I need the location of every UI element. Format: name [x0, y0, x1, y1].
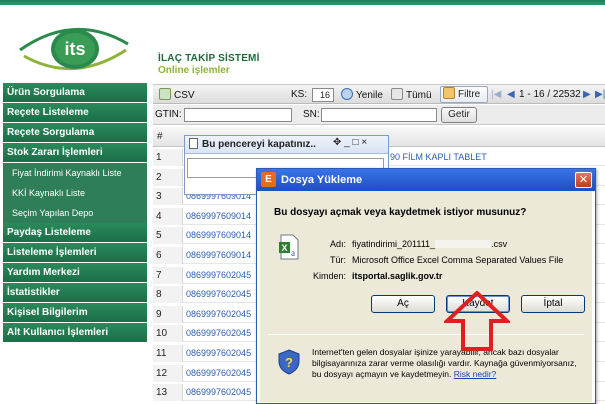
svg-text:X: X — [281, 243, 287, 253]
dialog-separator — [268, 334, 584, 335]
sidebar-item-kisisel-bilgilerim[interactable]: Kişisel Bilgilerim — [3, 303, 147, 323]
refresh-icon — [341, 88, 353, 100]
dialog-close-button[interactable]: ✕ — [575, 172, 592, 188]
file-source-label: Kimden: — [312, 271, 346, 281]
row-barcode[interactable]: 0869997602045 — [186, 267, 251, 284]
sidebar-item-stok-zarari[interactable]: Stok Zararı İşlemleri — [3, 143, 147, 163]
row-number: 4 — [153, 207, 183, 225]
row-product-name: 90 FİLM KAPLI TABLET — [390, 152, 487, 162]
gtin-label: GTIN: — [155, 109, 182, 120]
dialog-body: Bu dosyayı açmak veya kaydetmek istiyor … — [260, 191, 592, 402]
row-barcode[interactable]: 0869997609014 — [186, 247, 251, 264]
brand-subtitle: Online işlemler — [158, 65, 230, 76]
row-barcode[interactable]: 0869997602045 — [186, 286, 251, 303]
list-icon — [391, 88, 403, 100]
filter-label: Filtre — [458, 89, 481, 100]
its-logo: its — [19, 27, 129, 71]
risk-link[interactable]: Risk nedir? — [454, 369, 497, 379]
row-barcode[interactable]: 0869997609014 — [186, 227, 251, 244]
security-warning: Internet'ten gelen dosyalar işinize yara… — [312, 347, 580, 380]
file-download-dialog: E Dosya Yükleme ✕ Bu dosyayı açmak veya … — [256, 168, 596, 404]
file-name-label: Adı: — [329, 239, 346, 249]
file-name-value: fiyatindirimi_201111_ .csv — [352, 239, 508, 249]
popup-window-controls[interactable]: ✥ _ □ × — [333, 137, 367, 148]
grid-toolbar: CSV KS: 16 Yenile Tümü Filtre |◀ ◀ 1 - 1… — [153, 84, 605, 104]
popup-title-text: Bu pencereyi kapatınız.. — [202, 139, 316, 150]
ks-label: KS: — [291, 89, 308, 100]
security-shield-icon: ? — [278, 349, 300, 375]
sn-label: SN: — [303, 109, 320, 120]
refresh-button[interactable]: Yenile — [341, 88, 383, 102]
sn-input[interactable] — [321, 108, 437, 122]
row-number: 7 — [153, 266, 183, 284]
refresh-label: Yenile — [356, 90, 383, 101]
sidebar-item-recete-listeleme[interactable]: Reçete Listeleme — [3, 103, 147, 123]
redacted-segment — [435, 240, 492, 248]
sidebar-item-listeleme-islemleri[interactable]: Listeleme İşlemleri — [3, 243, 147, 263]
row-barcode[interactable]: 0869997602045 — [186, 365, 251, 382]
page-size-input[interactable]: 16 — [312, 88, 334, 102]
first-page-icon[interactable]: |◀ — [491, 88, 501, 102]
row-number: 10 — [153, 325, 183, 343]
brand-title: İLAÇ TAKİP SİSTEMİ — [158, 53, 260, 64]
csv-label: CSV — [174, 90, 195, 101]
row-barcode[interactable]: 0869997609014 — [186, 208, 251, 225]
row-number: 1 — [153, 149, 183, 166]
dialog-titlebar[interactable]: E Dosya Yükleme ✕ — [257, 169, 595, 191]
sidebar-subitem-secim-depo[interactable]: Seçim Yapılan Depo — [3, 203, 147, 223]
file-type-label: Tür: — [329, 255, 346, 265]
sidebar-menu: Ürün Sorgulama Reçete Listeleme Reçete S… — [3, 83, 147, 343]
row-number: 8 — [153, 286, 183, 304]
sidebar-item-urun-sorgulama[interactable]: Ürün Sorgulama — [3, 83, 147, 103]
dialog-question: Bu dosyayı açmak veya kaydetmek istiyor … — [274, 207, 527, 218]
row-number: 3 — [153, 188, 183, 206]
document-icon — [189, 138, 198, 149]
svg-text:?: ? — [285, 355, 293, 370]
show-all-label: Tümü — [406, 90, 432, 101]
logo-text: its — [64, 39, 85, 59]
csv-icon — [159, 88, 171, 100]
cancel-button[interactable]: İptal — [521, 295, 585, 313]
page-range: 1 - 16 / 22532 — [519, 89, 581, 100]
row-barcode[interactable]: 0869997602045 — [186, 325, 251, 342]
sidebar-item-yardim-merkezi[interactable]: Yardım Merkezi — [3, 263, 147, 283]
row-number: 11 — [153, 345, 183, 362]
sidebar-subitem-fiyat-indirimi[interactable]: Fiyat İndirimi Kaynaklı Liste — [3, 163, 147, 183]
next-page-icon[interactable]: ▶ — [583, 88, 591, 102]
dialog-title: Dosya Yükleme — [281, 174, 363, 186]
row-number: 13 — [153, 384, 183, 402]
row-number: 2 — [153, 168, 183, 186]
show-all-button[interactable]: Tümü — [391, 88, 432, 102]
last-page-icon[interactable]: ▶| — [595, 88, 605, 102]
security-warning-text: Internet'ten gelen dosyalar işinize yara… — [312, 347, 577, 379]
row-number: 6 — [153, 247, 183, 264]
grid-header-num: # — [157, 131, 163, 142]
top-band — [0, 0, 605, 5]
red-arrow-annotation — [444, 291, 510, 351]
sidebar-item-recete-sorgulama[interactable]: Reçete Sorgulama — [3, 123, 147, 143]
filter-icon — [443, 87, 455, 99]
sidebar-subitem-kki[interactable]: KKİ Kaynaklı Liste — [3, 183, 147, 203]
row-number: 5 — [153, 227, 183, 245]
file-source-value: itsportal.saglik.gov.tr — [352, 271, 443, 281]
sidebar-item-istatistikler[interactable]: İstatistikler — [3, 283, 147, 303]
prev-page-icon[interactable]: ◀ — [507, 88, 515, 102]
row-barcode[interactable]: 0869997602045 — [186, 306, 251, 323]
search-submit-button[interactable]: Getir — [441, 107, 477, 123]
row-number: 9 — [153, 305, 183, 323]
gtin-input[interactable] — [184, 108, 292, 122]
file-type-value: Microsoft Office Excel Comma Separated V… — [352, 255, 564, 265]
sidebar-item-paydas-listeleme[interactable]: Paydaş Listeleme — [3, 223, 147, 243]
open-button[interactable]: Aç — [371, 295, 435, 313]
row-number: 12 — [153, 364, 183, 382]
csv-button[interactable]: CSV — [159, 88, 195, 102]
sidebar-item-alt-kullanici[interactable]: Alt Kullanıcı İşlemleri — [3, 323, 147, 343]
ie-icon: E — [261, 172, 276, 187]
search-row: GTIN: SN: Getir — [153, 105, 605, 125]
row-barcode[interactable]: 0869997602045 — [186, 384, 251, 401]
row-barcode[interactable]: 0869997602045 — [186, 345, 251, 362]
filter-button[interactable]: Filtre — [440, 86, 488, 103]
